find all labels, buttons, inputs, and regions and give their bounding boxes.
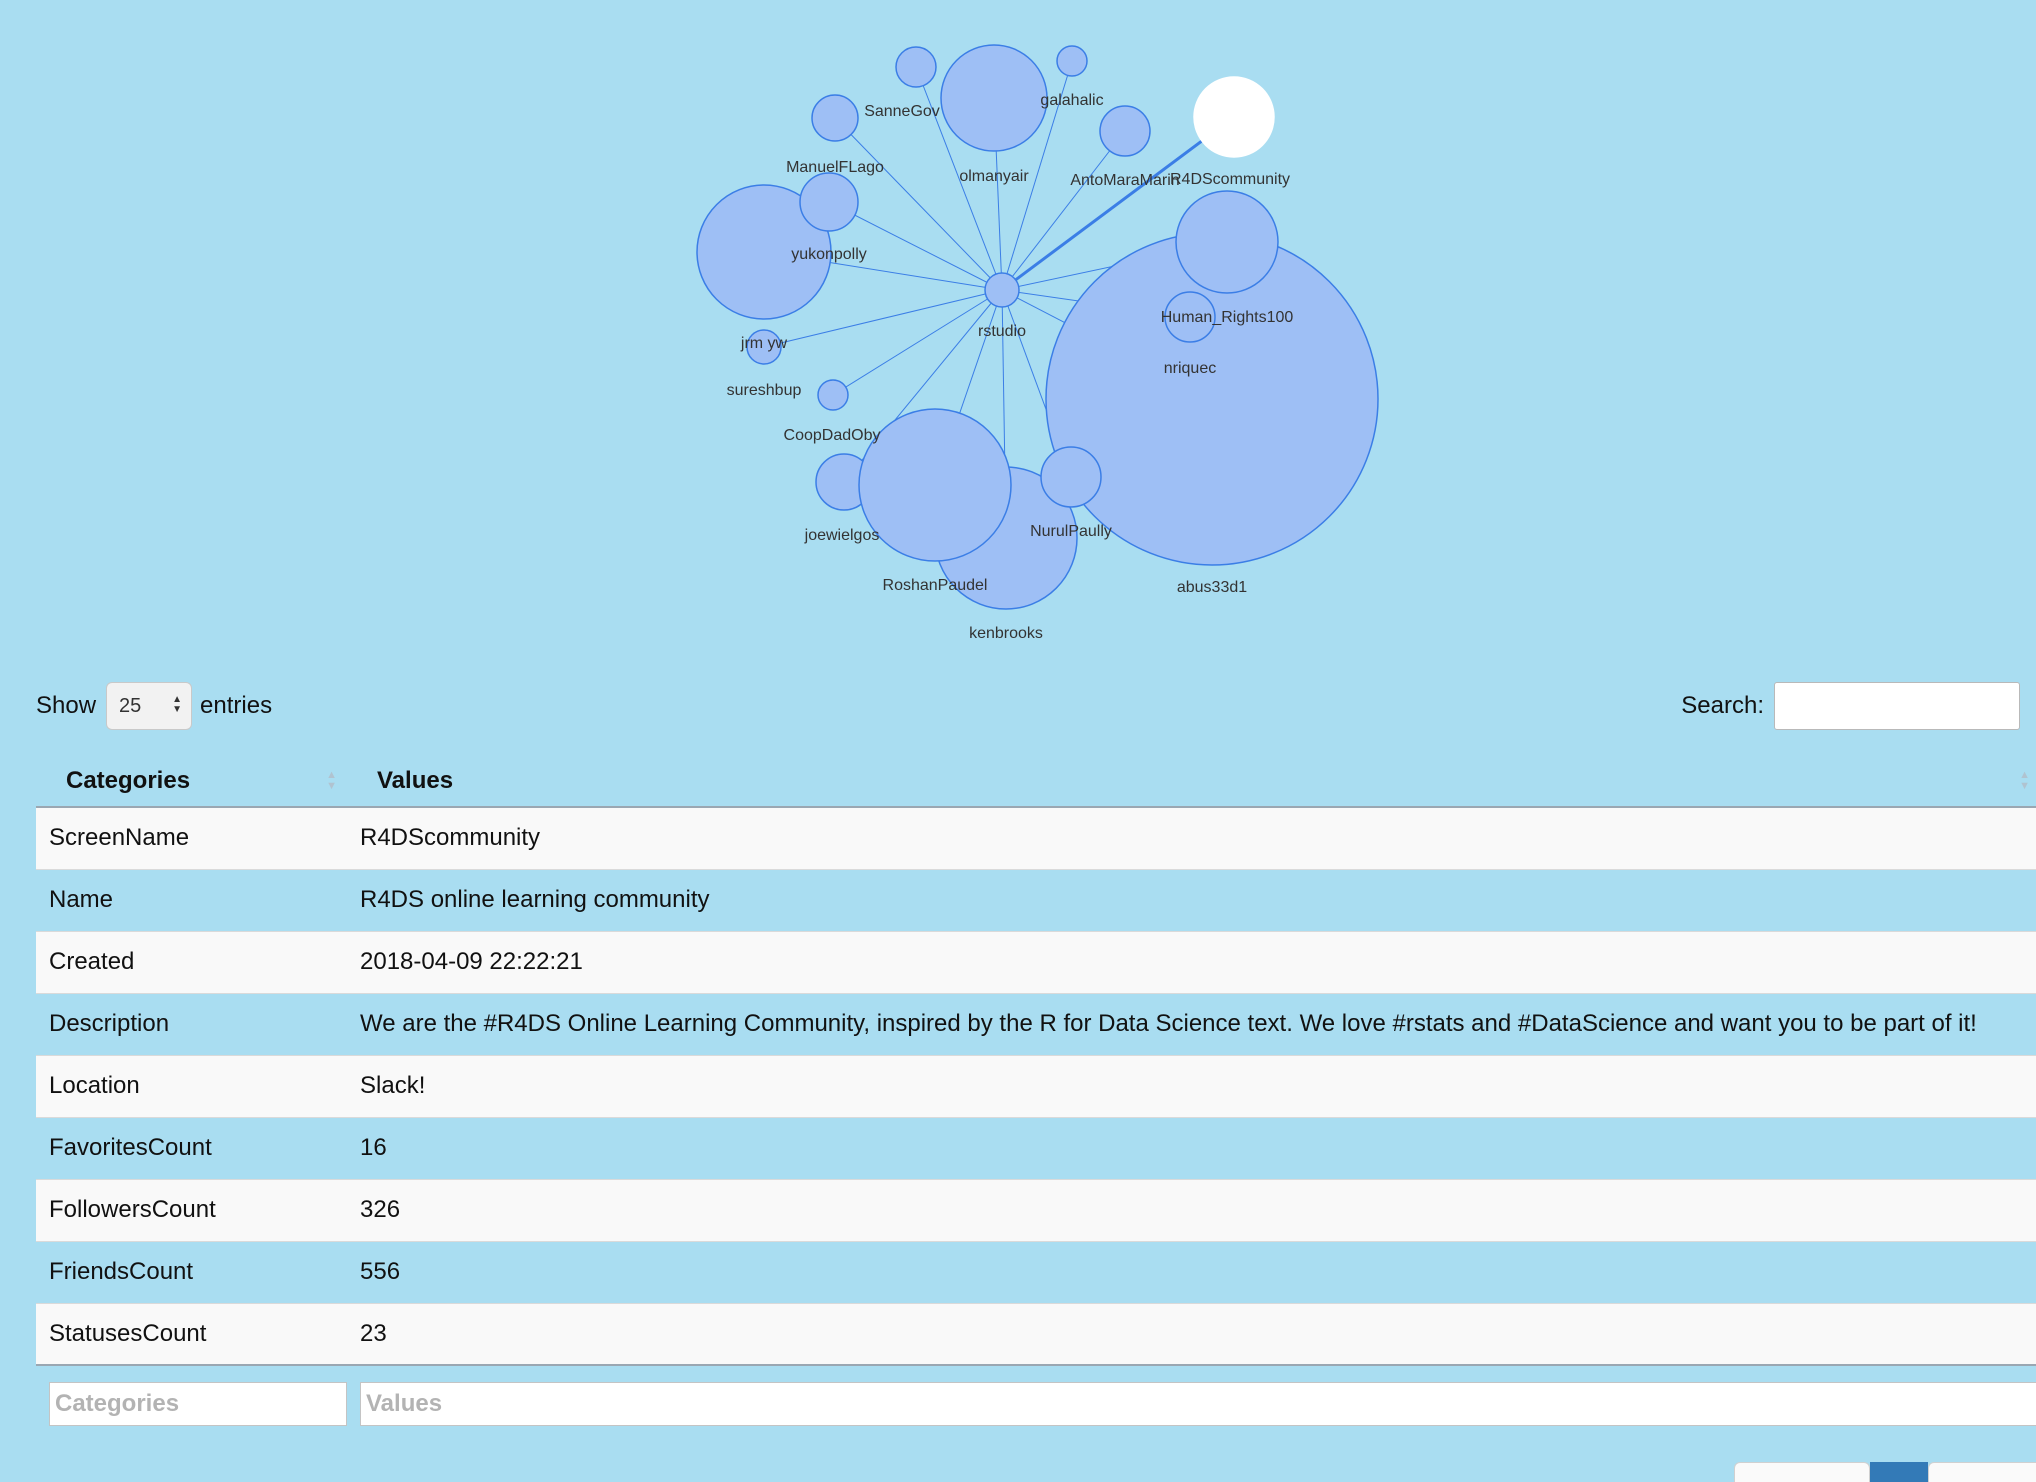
filter-cell-values: Values	[347, 1364, 2036, 1442]
search-control: Search:	[1681, 681, 2020, 731]
cell-category: ScreenName	[36, 806, 347, 869]
label-sannegov: SanneGov	[864, 103, 940, 120]
search-label: Search:	[1681, 692, 1764, 719]
table-row: Created 2018-04-09 22:22:21	[36, 930, 2036, 993]
label-kenbrooks: kenbrooks	[969, 625, 1043, 642]
table-controls: Show 25 ▲ ▼ entries Search:	[36, 681, 2020, 731]
current-page-button[interactable]	[1870, 1462, 1928, 1482]
show-label: Show	[36, 692, 97, 719]
label-galahalic: galahalic	[1040, 92, 1103, 109]
data-table: Categories ▲ ▼ Values ▲ ▼ ScreenName R4DSc…	[36, 756, 2036, 1442]
node-rstudio[interactable]	[984, 272, 1020, 308]
label-rstudio: rstudio	[978, 323, 1026, 340]
filter-cell-categories: Categories	[36, 1364, 347, 1442]
cell-value: 326	[347, 1178, 2036, 1241]
node-antomaramarin[interactable]	[1099, 105, 1151, 157]
table-row: Location Slack!	[36, 1054, 2036, 1117]
table-row: FollowersCount 326	[36, 1178, 2036, 1241]
label-olmanyair: olmanyair	[959, 168, 1029, 185]
node-galahalic[interactable]	[1056, 45, 1088, 77]
categories-filter-input[interactable]: Categories	[49, 1382, 347, 1426]
cell-value: We are the #R4DS Online Learning Communi…	[347, 992, 2036, 1055]
table-header-row: Categories ▲ ▼ Values ▲ ▼	[36, 756, 2036, 808]
sort-icon: ▲ ▼	[326, 769, 337, 792]
cell-value: 556	[347, 1240, 2036, 1303]
label-roshanpaudel: RoshanPaudel	[883, 577, 988, 594]
filter-row: Categories Values	[36, 1364, 2036, 1442]
pagination	[1734, 1462, 2036, 1482]
cell-category: Description	[36, 992, 347, 1055]
entries-select-value: 25	[119, 694, 142, 717]
network-graph: SanneGov galahalic olmanyair ManuelFLago…	[696, 44, 1379, 642]
cell-value: 2018-04-09 22:22:21	[347, 930, 2036, 993]
node-yukonpolly-small[interactable]	[799, 172, 859, 232]
cell-value: 16	[347, 1116, 2036, 1179]
node-sureshbup[interactable]	[817, 379, 849, 411]
cell-category: FriendsCount	[36, 1240, 347, 1303]
cell-category: Name	[36, 868, 347, 931]
label-abus33d1: abus33d1	[1177, 579, 1247, 596]
node-sannegov[interactable]	[895, 46, 937, 88]
previous-page-button[interactable]	[1734, 1462, 1870, 1482]
label-yukonpolly: yukonpolly	[791, 246, 867, 263]
label-nurulpaully: NurulPaully	[1030, 523, 1112, 540]
cell-value: Slack!	[347, 1054, 2036, 1117]
cell-category: Created	[36, 930, 347, 993]
label-joewielgos: joewielgos	[804, 527, 880, 544]
entries-select[interactable]: 25 ▲ ▼	[106, 682, 193, 730]
table-row: StatusesCount 23	[36, 1302, 2036, 1365]
cell-category: Location	[36, 1054, 347, 1117]
cell-category: FavoritesCount	[36, 1116, 347, 1179]
header-categories-label: Categories	[66, 767, 191, 794]
label-coopdadoby: CoopDadOby	[784, 427, 881, 444]
node-nurulpaully[interactable]	[1040, 446, 1102, 508]
values-filter-input[interactable]: Values	[360, 1382, 2036, 1426]
table-row: Name R4DS online learning community	[36, 868, 2036, 931]
table-row: Description We are the #R4DS Online Lear…	[36, 992, 2036, 1055]
edge-sureshbup	[832, 289, 1003, 396]
node-olmanyair[interactable]	[940, 44, 1048, 152]
header-values-label: Values	[377, 767, 454, 794]
label-sureshbup: sureshbup	[727, 382, 802, 399]
header-categories[interactable]: Categories ▲ ▼	[36, 756, 347, 808]
header-values[interactable]: Values ▲ ▼	[347, 756, 2036, 808]
label-jrm: jrm yw	[740, 335, 788, 352]
entries-label: entries	[200, 692, 273, 719]
search-input[interactable]	[1774, 682, 2020, 730]
node-r4dscommunity[interactable]	[1193, 76, 1275, 158]
cell-value: 23	[347, 1302, 2036, 1365]
table-row: FavoritesCount 16	[36, 1116, 2036, 1179]
label-r4dscommunity: R4DScommunity	[1170, 171, 1290, 188]
label-manuelflago: ManuelFLago	[786, 159, 884, 176]
sort-icon: ▲ ▼	[2019, 769, 2030, 792]
node-human-rights100[interactable]	[1175, 190, 1279, 294]
label-nriquec: nriquec	[1164, 360, 1216, 377]
label-human-rights100: Human_Rights100	[1161, 309, 1294, 326]
cell-category: FollowersCount	[36, 1178, 347, 1241]
cell-value: R4DS online learning community	[347, 868, 2036, 931]
table-row: ScreenName R4DScommunity	[36, 806, 2036, 869]
entries-length-control: Show 25 ▲ ▼ entries	[36, 681, 272, 731]
table-row: FriendsCount 556	[36, 1240, 2036, 1303]
label-antomaramarin: AntoMaraMarin	[1070, 172, 1179, 189]
select-arrows-icon: ▲ ▼	[172, 694, 183, 715]
node-manuelflago[interactable]	[811, 94, 859, 142]
cell-category: StatusesCount	[36, 1302, 347, 1365]
node-roshanpaudel[interactable]	[858, 408, 1012, 562]
next-page-button[interactable]	[1928, 1462, 2036, 1482]
cell-value: R4DScommunity	[347, 806, 2036, 869]
